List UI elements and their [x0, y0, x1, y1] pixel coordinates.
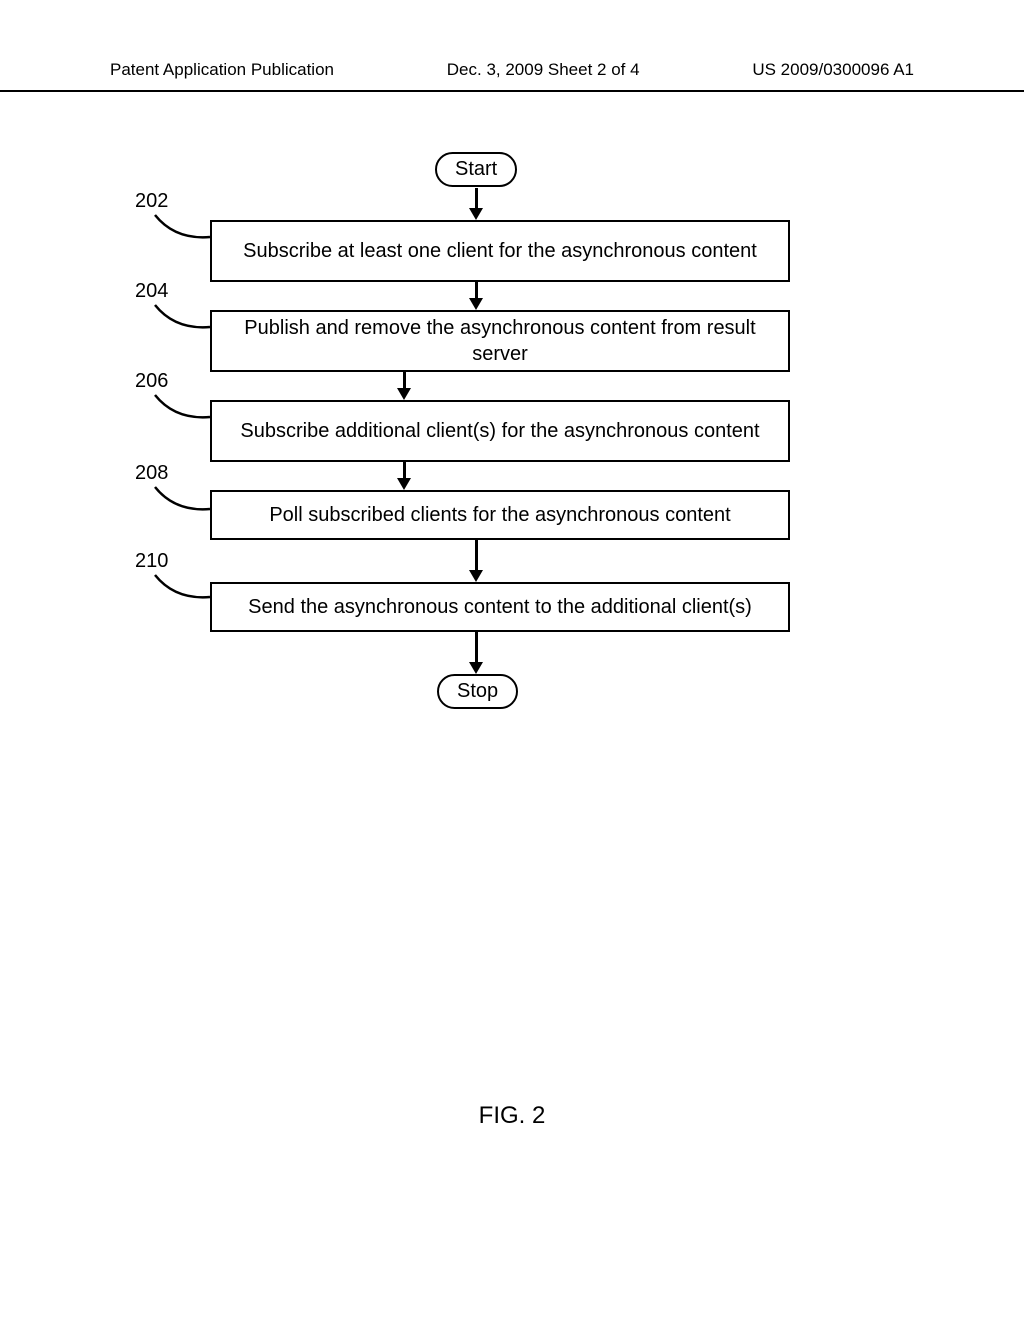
leader-line-icon [150, 572, 215, 602]
page-header: Patent Application Publication Dec. 3, 2… [0, 60, 1024, 92]
step-box-202: Subscribe at least one client for the as… [210, 220, 790, 282]
page-container: Patent Application Publication Dec. 3, 2… [0, 0, 1024, 1130]
figure-label: FIG. 2 [0, 1102, 1024, 1130]
step-text-202: Subscribe at least one client for the as… [243, 238, 757, 264]
arrow-head-icon [397, 478, 411, 490]
arrow-line [475, 632, 478, 664]
arrow-head-icon [469, 298, 483, 310]
step-text-204: Publish and remove the asynchronous cont… [222, 315, 778, 367]
ref-208: 208 [135, 462, 168, 485]
step-box-210: Send the asynchronous content to the add… [210, 582, 790, 632]
flowchart: Start 202 Subscribe at least one client … [0, 152, 1024, 902]
header-left: Patent Application Publication [110, 60, 334, 80]
leader-line-icon [150, 212, 215, 242]
arrow-line [475, 540, 478, 572]
header-right: US 2009/0300096 A1 [752, 60, 914, 80]
stop-terminator: Stop [437, 674, 518, 709]
arrow-line [475, 188, 478, 210]
start-label: Start [455, 158, 497, 181]
ref-210: 210 [135, 550, 168, 573]
arrow-head-icon [469, 570, 483, 582]
step-box-204: Publish and remove the asynchronous cont… [210, 310, 790, 372]
header-center: Dec. 3, 2009 Sheet 2 of 4 [447, 60, 640, 80]
leader-line-icon [150, 302, 215, 332]
stop-label: Stop [457, 680, 498, 703]
step-box-206: Subscribe additional client(s) for the a… [210, 400, 790, 462]
arrow-head-icon [397, 388, 411, 400]
leader-line-icon [150, 484, 215, 514]
arrow-head-icon [469, 208, 483, 220]
ref-202: 202 [135, 190, 168, 213]
step-text-206: Subscribe additional client(s) for the a… [240, 418, 759, 444]
ref-204: 204 [135, 280, 168, 303]
step-box-208: Poll subscribed clients for the asynchro… [210, 490, 790, 540]
start-terminator: Start [435, 152, 517, 187]
step-text-210: Send the asynchronous content to the add… [248, 594, 752, 620]
leader-line-icon [150, 392, 215, 422]
ref-206: 206 [135, 370, 168, 393]
step-text-208: Poll subscribed clients for the asynchro… [269, 502, 730, 528]
arrow-head-icon [469, 662, 483, 674]
